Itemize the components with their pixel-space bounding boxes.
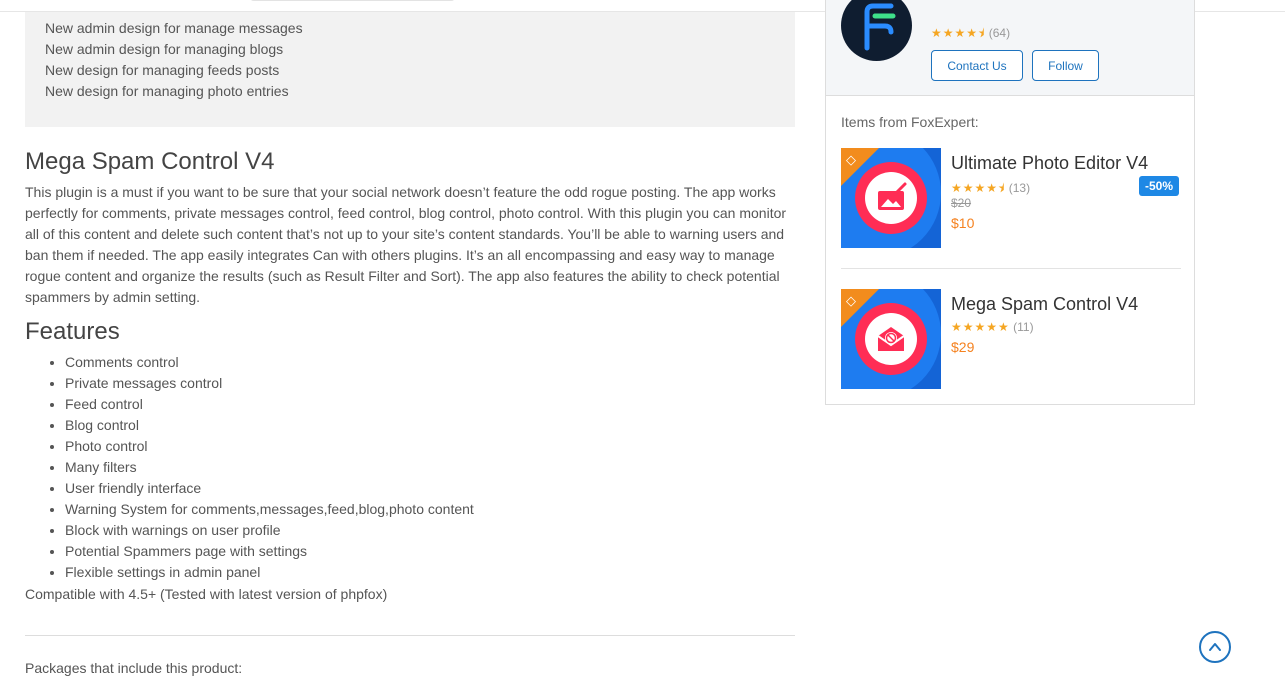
star-rating-icon: ★★★★★	[951, 320, 1010, 334]
foxexpert-logo-icon[interactable]	[841, 0, 912, 61]
product-rating: ★★★★★ (11)	[951, 320, 1034, 334]
section-divider	[25, 635, 795, 636]
feature-item: Many filters	[65, 457, 474, 478]
related-items-label: Items from FoxExpert:	[841, 114, 979, 130]
feature-item: Blog control	[65, 415, 474, 436]
original-price: $20	[951, 196, 972, 210]
scroll-to-top-button[interactable]	[1199, 631, 1231, 663]
feature-item: Flexible settings in admin panel	[65, 562, 474, 583]
changelog-item: New admin design for manage messages	[45, 20, 303, 36]
feature-item: Potential Spammers page with settings	[65, 541, 474, 562]
sale-price: $10	[951, 215, 975, 231]
chevron-up-icon	[1209, 643, 1221, 651]
changelog-item: New admin design for managing blogs	[45, 41, 284, 57]
diamond-icon: ◇	[846, 152, 856, 167]
changelog-item: New design for managing photo entries	[45, 83, 289, 99]
diamond-icon: ◇	[846, 293, 856, 308]
related-product[interactable]: ◇ Ultimate Photo Editor V4 ★★★★⯨ (13) $2…	[841, 148, 1181, 248]
feature-item: Comments control	[65, 352, 474, 373]
product-thumbnail[interactable]: ◇	[841, 148, 941, 248]
star-rating-icon: ★★★★⯨	[951, 181, 1006, 195]
rating-count: (11)	[1013, 320, 1034, 334]
product-thumbnail[interactable]: ◇	[841, 289, 941, 389]
packages-label: Packages that include this product:	[25, 660, 243, 676]
rating-count: (13)	[1008, 181, 1031, 195]
feature-item: Block with warnings on user profile	[65, 520, 474, 541]
feature-item: User friendly interface	[65, 478, 474, 499]
feature-item: Warning System for comments,messages,fee…	[65, 499, 474, 520]
product-name[interactable]: Ultimate Photo Editor V4	[951, 153, 1148, 174]
product-separator	[841, 268, 1181, 269]
product-title: Mega Spam Control V4	[25, 148, 275, 175]
feature-item: Feed control	[65, 394, 474, 415]
changelog-list: New admin design for manage messages New…	[45, 18, 303, 102]
star-rating-icon: ★★★★⯨	[931, 26, 986, 40]
features-heading: Features	[25, 318, 120, 345]
seller-sidebar: ★★★★⯨ (64) Contact Us Follow Items from …	[825, 0, 1195, 405]
related-product[interactable]: ◇ Mega Spam Control V4 ★★★★★ (11) $29	[841, 289, 1181, 389]
features-list: Comments control Private messages contro…	[65, 352, 474, 583]
product-price: $29	[951, 339, 975, 355]
compatibility-note: Compatible with 4.5+ (Tested with latest…	[25, 586, 388, 602]
seller-rating: ★★★★⯨ (64)	[931, 24, 1010, 45]
feature-item: Photo control	[65, 436, 474, 457]
search-bar-edge[interactable]	[250, 0, 455, 1]
changelog-box: New admin design for manage messages New…	[25, 12, 795, 127]
follow-button[interactable]: Follow	[1032, 50, 1099, 81]
product-description: This plugin is a must if you want to be …	[25, 184, 787, 305]
rating-count: (64)	[988, 26, 1011, 40]
changelog-item: New design for managing feeds posts	[45, 62, 280, 78]
discount-badge: -50%	[1139, 176, 1179, 196]
seller-card: ★★★★⯨ (64) Contact Us Follow	[826, 0, 1194, 96]
product-name[interactable]: Mega Spam Control V4	[951, 294, 1138, 315]
contact-us-button[interactable]: Contact Us	[931, 50, 1023, 81]
seller-name-clipped	[931, 0, 1131, 6]
feature-item: Private messages control	[65, 373, 474, 394]
